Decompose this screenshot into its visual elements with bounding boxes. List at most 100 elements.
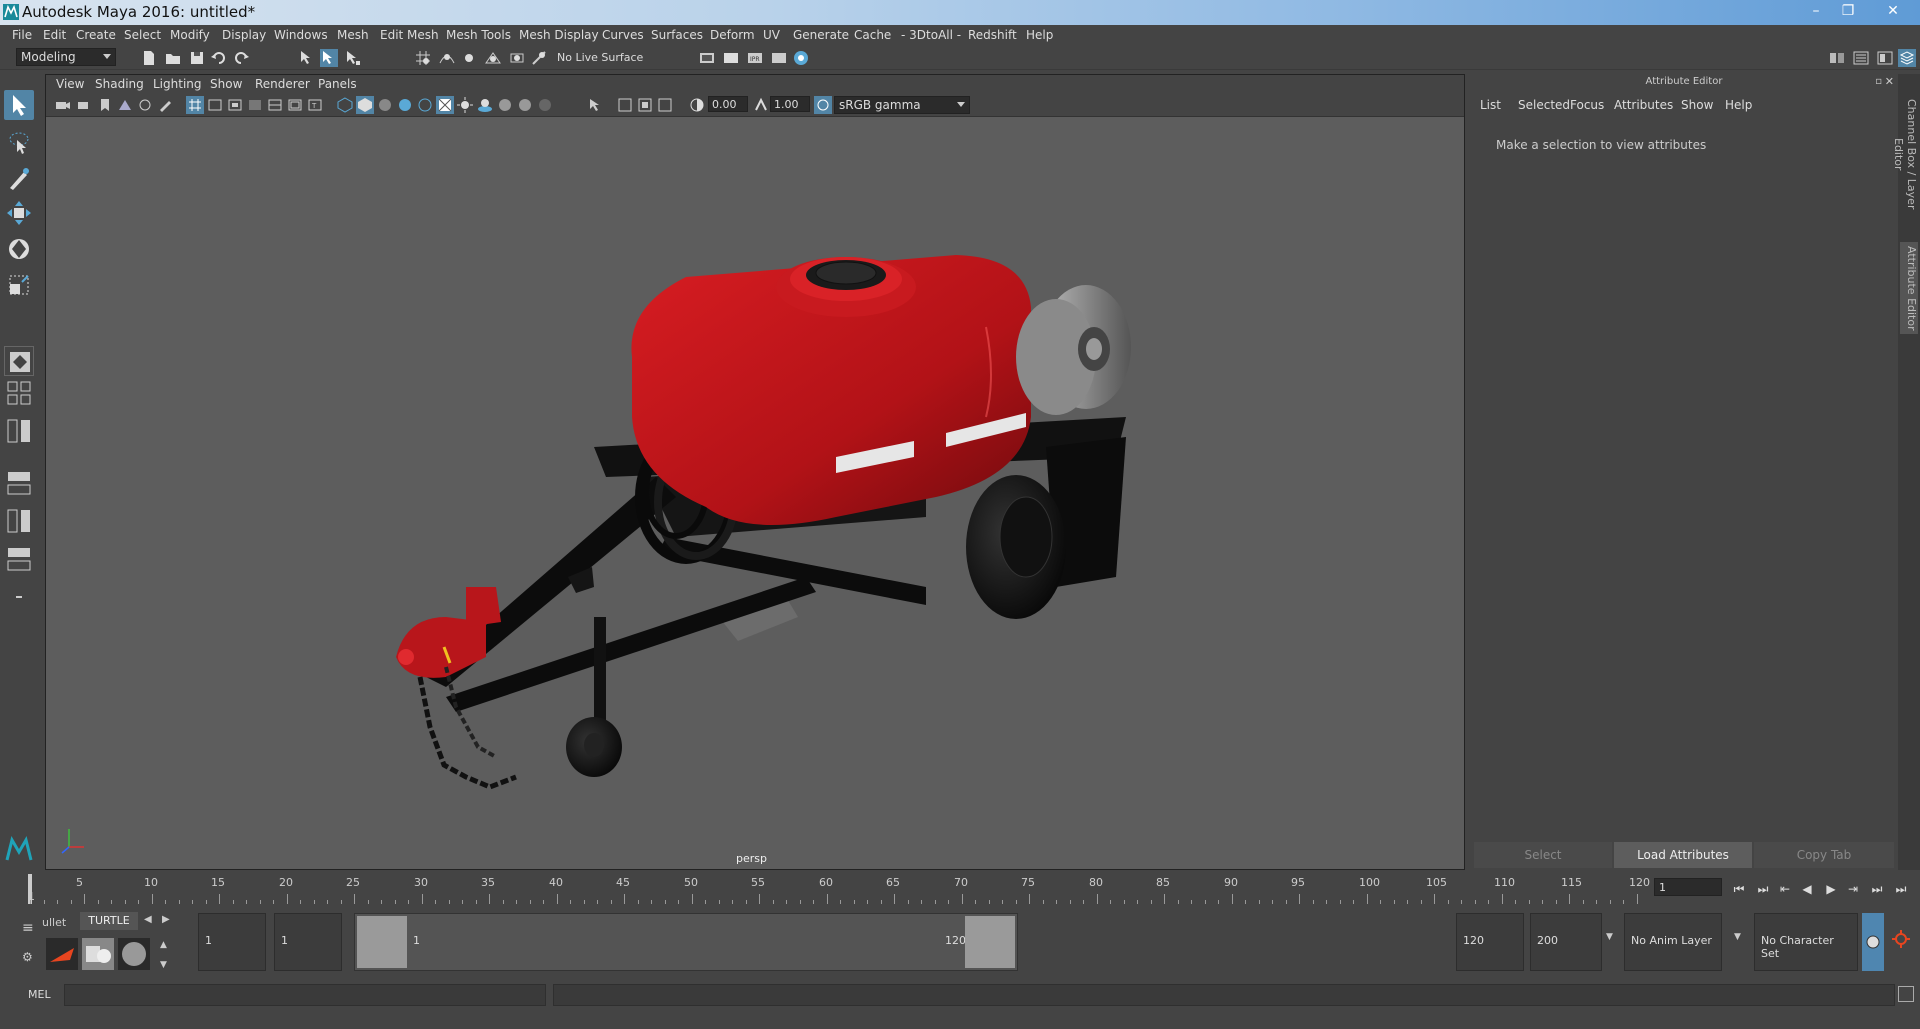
channel-box-tab[interactable]: Channel Box / Layer Editor — [1892, 84, 1918, 224]
go-to-end-icon[interactable]: ⏭ — [1892, 880, 1910, 898]
wireframe-icon[interactable] — [336, 96, 354, 114]
antialiasing-icon[interactable] — [536, 96, 554, 114]
four-pane-layout-button[interactable] — [4, 378, 34, 408]
shelf-settings-icon[interactable]: ⚙ — [22, 950, 33, 964]
shadows-icon[interactable] — [476, 96, 494, 114]
menu-file[interactable]: File — [12, 28, 32, 42]
anim-layer-field[interactable]: No Anim Layer — [1624, 913, 1722, 971]
maya-home-button[interactable] — [4, 834, 34, 864]
step-forward-frame-icon[interactable]: ⇥ — [1844, 880, 1862, 898]
menu-help[interactable]: Help — [1026, 28, 1053, 42]
ae-menu-selected[interactable]: Selected — [1518, 98, 1570, 112]
turtle-render-icon[interactable] — [46, 938, 78, 970]
menu-mesh-display[interactable]: Mesh Display — [519, 28, 599, 42]
default-material-icon[interactable] — [376, 96, 394, 114]
new-scene-icon[interactable] — [140, 49, 158, 67]
redo-icon[interactable] — [232, 49, 250, 67]
field-chart-icon[interactable] — [266, 96, 284, 114]
xray-active-icon[interactable] — [636, 96, 654, 114]
film-gate-icon[interactable] — [206, 96, 224, 114]
select-tool-button[interactable] — [4, 90, 34, 120]
auto-key-toggle[interactable] — [1862, 913, 1884, 971]
hypershade-icon[interactable] — [770, 49, 788, 67]
use-all-lights-icon[interactable] — [456, 96, 474, 114]
rotate-tool-button[interactable] — [4, 234, 34, 264]
viewport-canvas[interactable]: persp — [46, 117, 1464, 869]
snap-surface-icon[interactable] — [508, 49, 526, 67]
safe-title-icon[interactable]: T — [306, 96, 324, 114]
motion-blur-icon[interactable] — [516, 96, 534, 114]
channel-box-toggle-icon[interactable] — [1898, 49, 1916, 67]
menu-mesh-tools[interactable]: Mesh Tools — [446, 28, 511, 42]
play-forwards-icon[interactable]: ▶ — [1822, 880, 1840, 898]
character-set-field[interactable]: No Character Set — [1754, 913, 1858, 971]
vp-menu-view[interactable]: View — [56, 77, 84, 91]
attribute-editor-toggle-icon[interactable] — [1852, 49, 1870, 67]
snap-live-icon[interactable] — [530, 49, 548, 67]
grid-toggle-icon[interactable] — [186, 96, 204, 114]
load-attributes-button[interactable]: Load Attributes — [1614, 842, 1752, 868]
isolate-select-icon[interactable] — [586, 96, 604, 114]
shelf-prev-icon[interactable]: ◀ — [144, 914, 152, 925]
undo-icon[interactable] — [210, 49, 228, 67]
menu-curves[interactable]: Curves — [602, 28, 644, 42]
menu-redshift[interactable]: Redshift — [968, 28, 1017, 42]
go-to-start-icon[interactable]: ⏮ — [1730, 880, 1748, 898]
playback-end-field[interactable]: 120 — [1456, 913, 1524, 971]
backface-culling-icon[interactable] — [656, 96, 674, 114]
play-backwards-icon[interactable]: ◀ — [1798, 880, 1816, 898]
playback-start-field[interactable]: 1 — [274, 913, 342, 971]
ae-menu-list[interactable]: List — [1480, 98, 1501, 112]
command-language-label[interactable]: MEL — [28, 988, 51, 1001]
single-pane-layout-button[interactable] — [4, 346, 34, 376]
image-plane-icon[interactable] — [116, 96, 134, 114]
close-panel-icon[interactable]: ✕ — [1885, 75, 1894, 88]
snap-point-icon[interactable] — [460, 49, 478, 67]
shelf-tab-partial[interactable]: ullet — [42, 916, 66, 929]
range-slider-track[interactable]: 1 120 — [354, 913, 1018, 971]
render-view-icon[interactable] — [792, 49, 810, 67]
shelf-scroll-up-icon[interactable]: ▲ — [160, 940, 167, 950]
start-time-field[interactable]: 1 — [198, 913, 266, 971]
menu-cache[interactable]: Cache — [854, 28, 891, 42]
ae-menu-attributes[interactable]: Attributes — [1614, 98, 1673, 112]
gate-mask-icon[interactable] — [246, 96, 264, 114]
textured-icon[interactable] — [436, 96, 454, 114]
2d-pan-zoom-icon[interactable] — [136, 96, 154, 114]
gamma-field[interactable]: 1.00 — [770, 96, 810, 112]
step-back-key-icon[interactable]: ⏭ — [1754, 880, 1772, 898]
menu-display[interactable]: Display — [222, 28, 266, 42]
select-hierarchy-icon[interactable] — [298, 49, 316, 67]
range-start-handle[interactable] — [357, 916, 407, 968]
ae-menu-help[interactable]: Help — [1725, 98, 1752, 112]
view-transform-dropdown[interactable]: sRGB gamma — [834, 96, 970, 114]
menu-edit[interactable]: Edit — [43, 28, 66, 42]
snap-curve-icon[interactable] — [438, 49, 456, 67]
save-scene-icon[interactable] — [188, 49, 206, 67]
water-tank-trailer-model[interactable] — [46, 117, 1464, 869]
maximize-button[interactable]: ❐ — [1834, 1, 1862, 21]
vp-menu-shading[interactable]: Shading — [95, 77, 144, 91]
end-time-field[interactable]: 200 — [1530, 913, 1602, 971]
copy-tab-button[interactable]: Copy Tab — [1754, 842, 1894, 868]
minimize-button[interactable]: – — [1802, 1, 1830, 21]
live-surface-label[interactable]: No Live Surface — [557, 51, 643, 64]
menu-surfaces[interactable]: Surfaces — [651, 28, 703, 42]
time-slider-track[interactable]: 1 5 10 15 20 25 30 35 40 45 50 55 60 65 70 75 80 85 90 95 1… — [28, 874, 1650, 904]
hypershade-layout-button[interactable] — [4, 506, 34, 536]
color-management-icon[interactable] — [814, 96, 832, 114]
float-panel-icon[interactable]: ▫ — [1875, 76, 1882, 87]
exposure-icon[interactable] — [688, 96, 706, 114]
shelf-menu-icon[interactable]: ≡ — [22, 920, 34, 936]
anim-layer-dropdown-icon[interactable]: ▼ — [1734, 932, 1741, 942]
shelf-scroll-down-icon[interactable]: ▼ — [160, 960, 167, 970]
paint-select-tool-button[interactable] — [4, 164, 34, 194]
menu-generate[interactable]: Generate — [793, 28, 849, 42]
menuset-dropdown[interactable]: Modeling — [16, 48, 116, 66]
camera-lock-icon[interactable] — [76, 96, 94, 114]
menu-edit-mesh[interactable]: Edit Mesh — [380, 28, 439, 42]
wireframe-on-shaded-icon[interactable] — [396, 96, 414, 114]
menu-windows[interactable]: Windows — [274, 28, 328, 42]
turtle-bake-icon[interactable] — [82, 938, 114, 970]
grease-pencil-icon[interactable] — [156, 96, 174, 114]
